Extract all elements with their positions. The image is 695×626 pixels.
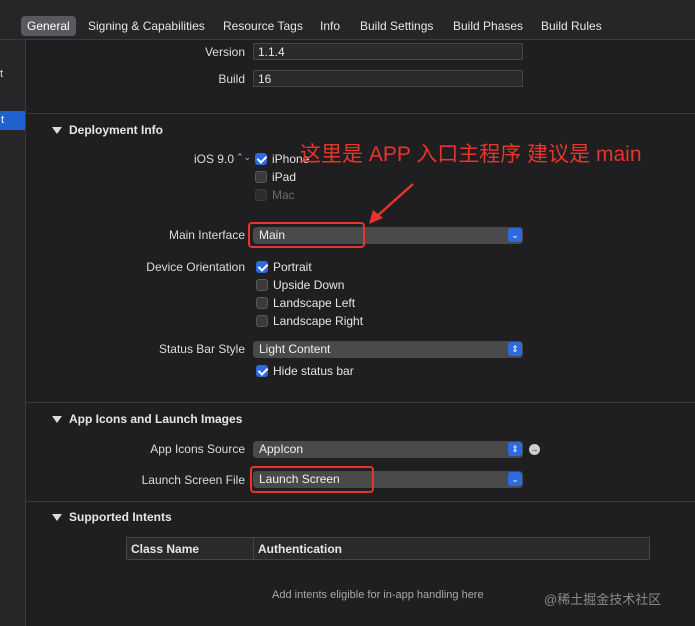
updown-arrows-icon[interactable]: ⇕ <box>508 442 522 456</box>
supported-intents-title: Supported Intents <box>69 510 172 524</box>
checkbox-icon[interactable] <box>256 279 268 291</box>
device-ipad-label: iPad <box>272 170 297 184</box>
orientation-landscape-left-label: Landscape Left <box>273 296 356 310</box>
checkbox-disabled-icon <box>255 189 267 201</box>
build-label: Build <box>218 72 245 86</box>
deployment-info-title: Deployment Info <box>69 123 164 137</box>
disclosure-triangle-icon[interactable] <box>52 127 62 134</box>
annotation-highlight-box <box>250 466 374 493</box>
device-mac-label: Mac <box>272 188 295 202</box>
checkbox-checked-icon[interactable] <box>255 153 267 165</box>
tab-build-rules[interactable]: Build Rules <box>535 16 608 36</box>
checkbox-checked-icon[interactable] <box>256 365 268 377</box>
tab-resource-tags[interactable]: Resource Tags <box>217 16 309 36</box>
version-field[interactable]: 1.1.4 <box>253 43 523 60</box>
annotation-highlight-box <box>248 222 365 248</box>
stepper-arrows-icon[interactable]: ⌃⌄ <box>236 152 251 163</box>
checkbox-icon[interactable] <box>256 315 268 327</box>
chevron-down-icon[interactable]: ⌄ <box>508 228 522 242</box>
navigator-item-selected[interactable]: t <box>0 111 25 130</box>
project-navigator: t t <box>0 0 26 626</box>
column-divider <box>253 538 254 559</box>
tab-build-phases[interactable]: Build Phases <box>447 16 529 36</box>
orientation-upside-down-label: Upside Down <box>273 278 345 292</box>
column-authentication[interactable]: Authentication <box>258 542 342 556</box>
annotation-text: 这里是 APP 入口主程序 建议是 main <box>300 143 642 166</box>
checkbox-checked-icon[interactable] <box>256 261 268 273</box>
tab-general[interactable]: General <box>21 16 76 36</box>
intents-empty-placeholder: Add intents eligible for in-app handling… <box>272 589 484 601</box>
app-icons-source-popup[interactable]: AppIcon ⇕ <box>253 441 523 458</box>
app-icons-source-label: App Icons Source <box>150 442 245 456</box>
watermark: @稀土掘金技术社区 <box>544 592 662 607</box>
disclosure-triangle-icon[interactable] <box>52 416 62 423</box>
section-divider <box>26 501 695 502</box>
editor-tab-bar: General Signing & Capabilities Resource … <box>0 0 695 40</box>
tab-info[interactable]: Info <box>314 16 346 36</box>
status-bar-style-popup[interactable]: Light Content ⇕ <box>253 341 523 358</box>
column-class-name[interactable]: Class Name <box>131 542 199 556</box>
tab-build-settings[interactable]: Build Settings <box>354 16 439 36</box>
status-bar-style-label: Status Bar Style <box>158 342 245 356</box>
orientation-landscape-right-label: Landscape Right <box>273 314 364 328</box>
status-bar-style-value: Light Content <box>259 342 331 356</box>
orientation-portrait-label: Portrait <box>273 260 312 274</box>
annotation-arrow-icon <box>369 183 414 224</box>
navigator-item-fragment[interactable]: t <box>0 68 3 80</box>
build-field[interactable]: 16 <box>253 70 523 87</box>
ios-version-label[interactable]: iOS 9.0 <box>150 152 234 166</box>
main-interface-label: Main Interface <box>168 228 245 242</box>
checkbox-icon[interactable] <box>255 171 267 183</box>
device-orientation-label: Device Orientation <box>146 260 245 274</box>
hide-status-bar-label: Hide status bar <box>273 364 354 378</box>
app-icons-source-value: AppIcon <box>259 442 304 456</box>
version-label: Version <box>204 45 245 59</box>
app-icons-title: App Icons and Launch Images <box>69 412 243 426</box>
section-divider <box>26 402 695 403</box>
chevron-down-icon[interactable]: ⌄ <box>508 472 522 486</box>
section-divider <box>26 113 695 114</box>
disclosure-triangle-icon[interactable] <box>52 514 62 521</box>
launch-screen-file-label: Launch Screen File <box>141 473 245 487</box>
go-arrow-icon[interactable]: → <box>529 444 540 455</box>
tab-signing-capabilities[interactable]: Signing & Capabilities <box>82 16 211 36</box>
updown-arrows-icon[interactable]: ⇕ <box>508 342 522 356</box>
checkbox-icon[interactable] <box>256 297 268 309</box>
intents-table-header: Class Name Authentication <box>126 537 650 560</box>
